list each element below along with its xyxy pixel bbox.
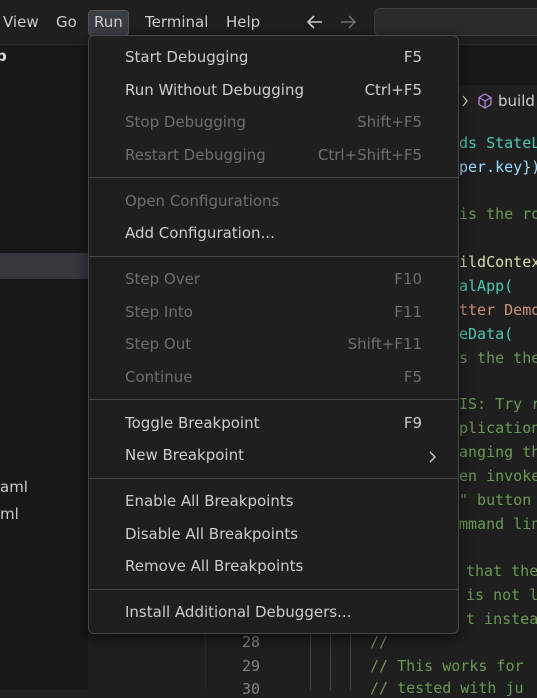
menu-item-start-debugging[interactable]: Start Debugging F5 — [89, 44, 458, 72]
explorer-selected-row[interactable] — [0, 253, 88, 279]
menu-item-add-configuration[interactable]: Add Configuration... — [89, 220, 458, 248]
chevron-right-icon — [462, 95, 468, 107]
menu-item-new-breakpoint[interactable]: New Breakpoint — [89, 442, 458, 470]
menu-item-label: Remove All Breakpoints — [125, 557, 304, 575]
menu-item-shortcut: F10 — [394, 270, 422, 288]
menu-item-continue: Continue F5 — [89, 364, 458, 392]
breadcrumb: build — [458, 88, 537, 114]
menu-item-shortcut: Shift+F5 — [357, 113, 422, 131]
menu-item-label: Add Configuration... — [125, 224, 275, 242]
menu-item-label: Start Debugging — [125, 48, 249, 66]
menu-item-shortcut: Ctrl+Shift+F5 — [317, 146, 422, 164]
menu-item-toggle-breakpoint[interactable]: Toggle Breakpoint F9 — [89, 410, 458, 438]
menu-item-shortcut: F11 — [394, 303, 422, 321]
code-line: per.key}) — [459, 158, 537, 176]
code-line: eData( — [459, 325, 514, 343]
explorer-file[interactable]: aml — [0, 478, 28, 496]
code-line: s the the — [459, 349, 537, 367]
menu-item-label: Toggle Breakpoint — [125, 414, 260, 432]
menu-item-remove-all-breakpoints[interactable]: Remove All Breakpoints — [89, 553, 458, 581]
run-menu: Start Debugging F5 Run Without Debugging… — [88, 35, 459, 634]
code-line: anging th — [459, 443, 537, 461]
menu-item-shortcut: F5 — [403, 48, 422, 66]
menu-item-label: Stop Debugging — [125, 113, 246, 131]
menu-item-label: Step Over — [125, 270, 200, 288]
code-line: mmand lin — [459, 515, 537, 533]
code-line: t instead — [466, 610, 537, 628]
menu-item-label: Restart Debugging — [125, 146, 266, 164]
menu-item-shortcut: F5 — [403, 368, 422, 386]
code-line: IS: Try r — [459, 395, 537, 413]
code-line: tter Demo — [459, 301, 537, 319]
line-number: 30 — [241, 680, 260, 698]
code-line: // — [370, 633, 389, 651]
menu-item-shortcut: Ctrl+F5 — [364, 81, 422, 99]
back-arrow-icon[interactable] — [303, 10, 327, 34]
menu-item-shortcut: F9 — [403, 414, 422, 432]
menu-terminal[interactable]: Terminal — [140, 10, 213, 34]
explorer-panel — [0, 45, 88, 690]
menu-item-step-out: Step Out Shift+F11 — [89, 331, 458, 359]
code-line: " button — [459, 491, 532, 509]
menu-separator — [89, 399, 458, 400]
code-line: that the — [466, 562, 537, 580]
menu-item-label: New Breakpoint — [125, 446, 244, 464]
editor-tab-bar — [458, 45, 537, 85]
explorer-header: p — [0, 47, 7, 65]
menu-item-open-configurations: Open Configurations — [89, 188, 458, 216]
menu-item-label: Enable All Breakpoints — [125, 492, 294, 510]
menu-item-label: Step Into — [125, 303, 193, 321]
menu-item-stop-debugging: Stop Debugging Shift+F5 — [89, 109, 458, 137]
chevron-right-icon — [429, 451, 436, 463]
forward-arrow-icon[interactable] — [336, 10, 360, 34]
code-line: is not lo — [466, 586, 537, 604]
code-line: en invoke — [459, 467, 537, 485]
menu-separator — [89, 177, 458, 178]
menu-help[interactable]: Help — [221, 10, 265, 34]
menu-item-enable-all-breakpoints[interactable]: Enable All Breakpoints — [89, 488, 458, 516]
breadcrumb-label[interactable]: build — [498, 92, 535, 110]
explorer-file[interactable]: ml — [0, 505, 19, 523]
menu-item-disable-all-breakpoints[interactable]: Disable All Breakpoints — [89, 521, 458, 549]
menu-separator — [89, 256, 458, 257]
code-line: is the ro — [459, 205, 537, 223]
code-line: alApp( — [459, 277, 514, 295]
menu-item-run-without-debugging[interactable]: Run Without Debugging Ctrl+F5 — [89, 77, 458, 105]
menu-go[interactable]: Go — [51, 10, 82, 34]
menu-item-step-into: Step Into F11 — [89, 299, 458, 327]
menu-item-restart-debugging: Restart Debugging Ctrl+Shift+F5 — [89, 142, 458, 170]
code-line: ds StateL — [459, 134, 537, 152]
menu-separator — [89, 478, 458, 479]
cube-icon — [478, 93, 492, 109]
menu-item-label: Continue — [125, 368, 193, 386]
code-line: // This works for — [370, 657, 524, 675]
code-line: ildContex — [459, 253, 537, 271]
menu-item-label: Install Additional Debuggers... — [125, 603, 352, 621]
menu-item-label: Step Out — [125, 335, 192, 353]
menu-item-step-over: Step Over F10 — [89, 266, 458, 294]
line-number: 28 — [241, 633, 260, 651]
menu-run[interactable]: Run — [88, 10, 129, 36]
command-center-search[interactable] — [374, 8, 537, 36]
line-number: 29 — [241, 657, 260, 675]
menu-item-install-additional-debuggers[interactable]: Install Additional Debuggers... — [89, 599, 458, 627]
menu-separator — [89, 589, 458, 590]
code-line: plication — [459, 419, 537, 437]
code-line: // tested with ju — [370, 679, 524, 697]
menu-item-label: Run Without Debugging — [125, 81, 304, 99]
menu-view[interactable]: View — [0, 10, 44, 34]
menu-item-shortcut: Shift+F11 — [347, 335, 422, 353]
menu-item-label: Open Configurations — [125, 192, 280, 210]
menu-item-label: Disable All Breakpoints — [125, 525, 299, 543]
